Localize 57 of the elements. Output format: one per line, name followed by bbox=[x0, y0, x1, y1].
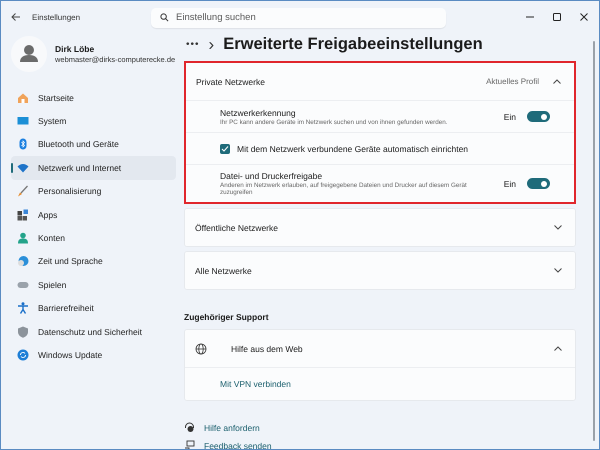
checkbox-label[interactable]: Mit dem Netzwerk verbundene Geräte automatisch einrichten bbox=[237, 144, 468, 154]
monitor-icon bbox=[17, 115, 29, 128]
sidebar-item[interactable]: System bbox=[11, 109, 176, 133]
toggle-switch[interactable] bbox=[527, 111, 550, 122]
section-header[interactable]: Öffentliche Netzwerke bbox=[185, 209, 575, 246]
breadcrumb-separator: › bbox=[208, 34, 214, 54]
sidebar-item[interactable]: Startseite bbox=[11, 86, 176, 110]
section-header[interactable]: Alle Netzwerke bbox=[185, 252, 575, 289]
chevron-icon bbox=[554, 225, 562, 230]
maximize-icon[interactable] bbox=[552, 12, 562, 22]
sidebar-item[interactable]: Konten bbox=[11, 226, 176, 250]
headset-icon bbox=[184, 422, 195, 433]
house-icon bbox=[17, 92, 29, 104]
toggle-switch[interactable] bbox=[527, 178, 550, 189]
vpn-link[interactable]: Mit VPN verbinden bbox=[220, 379, 291, 389]
chevron-icon bbox=[553, 79, 561, 84]
toggle-state-label: Ein bbox=[504, 178, 516, 188]
setting-title: Netzwerkerkennung bbox=[220, 108, 297, 118]
sidebar-item[interactable]: Apps bbox=[11, 202, 176, 226]
close-icon[interactable] bbox=[579, 12, 589, 22]
more-breadcrumb[interactable]: ••• bbox=[186, 39, 200, 50]
back-arrow-icon[interactable] bbox=[11, 12, 21, 22]
user-name: Dirk Löbe bbox=[55, 44, 96, 54]
search-field[interactable]: Einstellung suchen bbox=[151, 8, 446, 28]
section-header[interactable]: Hilfe aus dem Web bbox=[185, 330, 575, 367]
apps-icon bbox=[17, 208, 29, 221]
chevron-icon bbox=[554, 268, 562, 273]
footer-link[interactable]: Hilfe anfordern bbox=[204, 422, 260, 432]
toggle-state-label: Ein bbox=[504, 112, 516, 122]
brush-icon bbox=[17, 185, 29, 198]
sidebar-item[interactable]: Datenschutz und Sicherheit bbox=[11, 320, 176, 344]
sidebar-item[interactable]: Netzwerk und Internet bbox=[11, 156, 176, 180]
setting-title: Datei- und Druckerfreigabe bbox=[220, 171, 324, 181]
feedback-icon bbox=[184, 440, 195, 449]
globe-icon bbox=[195, 342, 207, 354]
sidebar-item[interactable]: Windows Update bbox=[11, 343, 176, 367]
wifi-icon bbox=[17, 162, 29, 174]
scrollbar[interactable] bbox=[593, 41, 595, 441]
sidebar-item[interactable]: Barrierefreiheit bbox=[11, 296, 176, 320]
sidebar-item[interactable]: Personalisierung bbox=[11, 180, 176, 203]
page-title: Erweiterte Freigabeeinstellungen bbox=[223, 35, 483, 54]
search-icon bbox=[160, 12, 169, 22]
person-icon bbox=[17, 232, 29, 244]
footer-link[interactable]: Feedback senden bbox=[204, 440, 272, 449]
window-title: Einstellungen bbox=[32, 12, 80, 22]
section-header[interactable]: Private Netzwerke Aktuelles Profil bbox=[186, 63, 574, 100]
section-heading: Zugehöriger Support bbox=[184, 312, 270, 322]
chevron-icon bbox=[554, 346, 562, 351]
bluetooth-icon bbox=[17, 138, 29, 150]
avatar-icon bbox=[11, 36, 47, 72]
sidebar-item[interactable]: Bluetooth und Geräte bbox=[11, 132, 176, 156]
checkbox[interactable] bbox=[220, 144, 230, 154]
accessibility-icon bbox=[17, 302, 29, 314]
shield-icon bbox=[17, 326, 29, 338]
update-icon bbox=[17, 348, 29, 361]
sidebar-item[interactable]: Zeit und Sprache bbox=[11, 250, 176, 274]
sidebar-item[interactable]: Spielen bbox=[11, 273, 176, 297]
